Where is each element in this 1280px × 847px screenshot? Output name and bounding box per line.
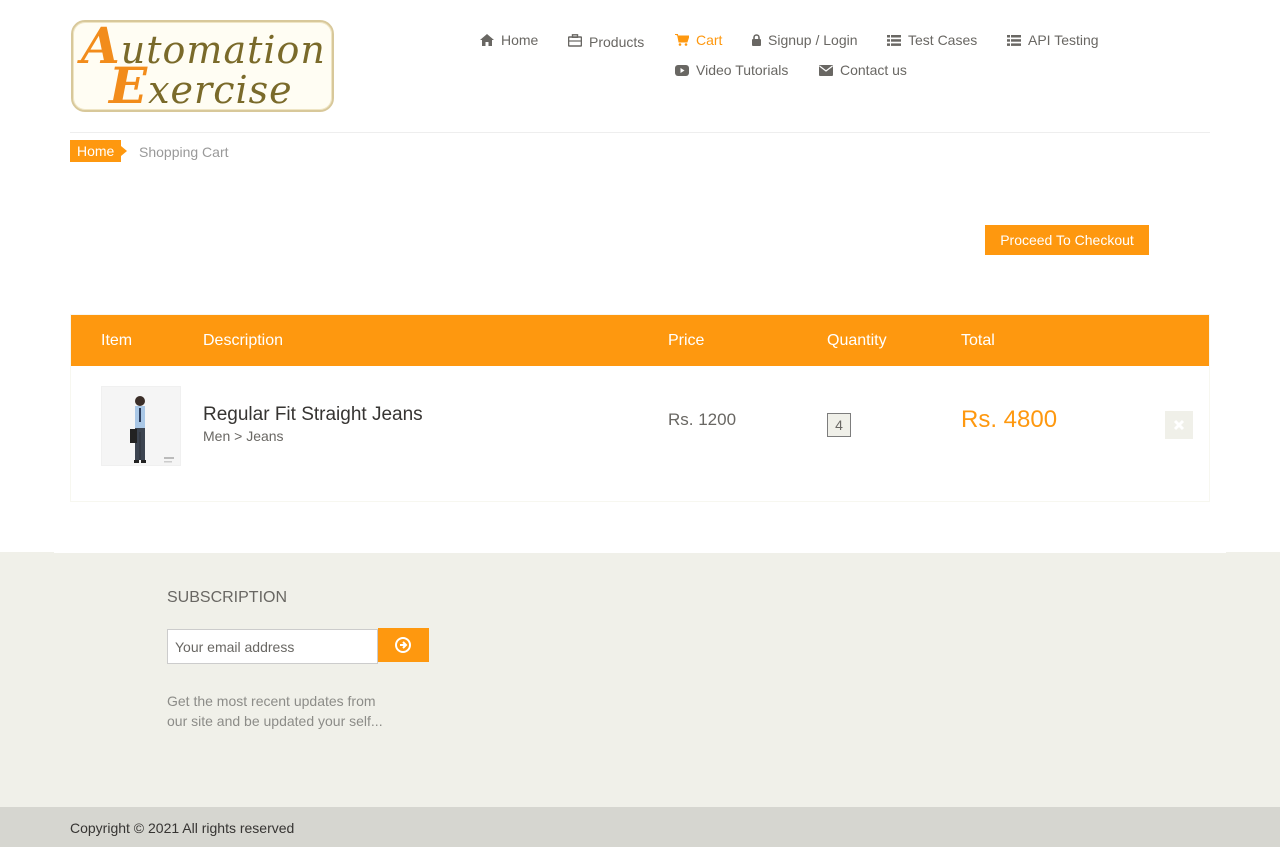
column-item: Item bbox=[101, 332, 133, 349]
column-quantity: Quantity bbox=[827, 332, 887, 349]
nav-video-tutorials[interactable]: Video Tutorials bbox=[675, 62, 788, 78]
nav-api-testing-label: API Testing bbox=[1028, 32, 1099, 48]
logo-word-2: Exercise bbox=[109, 56, 293, 115]
site-logo[interactable]: Automation Exercise bbox=[71, 16, 334, 115]
home-icon bbox=[480, 34, 494, 46]
nav-home[interactable]: Home bbox=[480, 32, 538, 48]
nav-cart-label: Cart bbox=[696, 32, 723, 48]
header-divider bbox=[70, 132, 1210, 133]
nav-test-cases[interactable]: Test Cases bbox=[887, 32, 977, 48]
product-total: Rs. 4800 bbox=[961, 406, 1058, 433]
nav-products[interactable]: Products bbox=[568, 31, 644, 50]
subscription-email-input[interactable] bbox=[167, 629, 378, 664]
product-photo-illustration bbox=[102, 387, 180, 465]
footer: SUBSCRIPTION Get the most recent updates… bbox=[0, 552, 1280, 807]
youtube-play-icon bbox=[675, 64, 689, 76]
nav-contact-us-label: Contact us bbox=[840, 62, 907, 78]
nav-contact-us[interactable]: Contact us bbox=[819, 62, 907, 78]
breadcrumb-current: Shopping Cart bbox=[139, 144, 229, 160]
nav-cart[interactable]: Cart bbox=[675, 32, 722, 48]
close-icon bbox=[1173, 419, 1185, 431]
column-price: Price bbox=[668, 332, 705, 349]
column-total: Total bbox=[961, 332, 995, 349]
arrow-circle-right-icon bbox=[395, 637, 411, 653]
shopping-cart-icon bbox=[675, 34, 689, 46]
nav-signup-login[interactable]: Signup / Login bbox=[752, 32, 858, 48]
product-category: Men > Jeans bbox=[203, 428, 284, 444]
subscribe-button[interactable] bbox=[378, 628, 429, 662]
proceed-to-checkout-button[interactable]: Proceed To Checkout bbox=[985, 225, 1149, 255]
product-name[interactable]: Regular Fit Straight Jeans bbox=[203, 404, 423, 426]
envelope-icon bbox=[819, 64, 833, 76]
product-quantity: 4 bbox=[827, 413, 851, 437]
footer-bottom-bar: Copyright © 2021 All rights reserved bbox=[0, 807, 1280, 847]
nav-test-cases-label: Test Cases bbox=[908, 32, 978, 48]
column-description: Description bbox=[203, 332, 284, 349]
product-image[interactable] bbox=[101, 386, 181, 466]
subscription-title: SUBSCRIPTION bbox=[167, 589, 288, 606]
cart-table-header: Item Description Price Quantity Total bbox=[71, 315, 1209, 366]
delete-item-button[interactable] bbox=[1165, 411, 1193, 439]
nav-api-testing[interactable]: API Testing bbox=[1007, 32, 1099, 48]
lock-icon bbox=[752, 34, 761, 46]
copyright-text: Copyright © 2021 All rights reserved bbox=[70, 820, 295, 836]
subscription-description: Get the most recent updates from our sit… bbox=[167, 693, 383, 729]
footer-top-line bbox=[54, 552, 1226, 553]
logo-initial-e: E bbox=[109, 56, 149, 115]
briefcase-icon bbox=[568, 34, 582, 47]
nav-video-tutorials-label: Video Tutorials bbox=[696, 62, 789, 78]
list-icon bbox=[1007, 34, 1021, 46]
product-price: Rs. 1200 bbox=[668, 410, 737, 429]
logo-word-2-rest: xercise bbox=[148, 68, 293, 112]
nav-products-label: Products bbox=[589, 34, 645, 50]
breadcrumb-home[interactable]: Home bbox=[70, 140, 128, 162]
list-icon bbox=[887, 34, 901, 46]
nav-signup-login-label: Signup / Login bbox=[768, 32, 858, 48]
nav-home-label: Home bbox=[501, 32, 539, 48]
cart-table: Item Description Price Quantity Total Re… bbox=[70, 314, 1210, 502]
